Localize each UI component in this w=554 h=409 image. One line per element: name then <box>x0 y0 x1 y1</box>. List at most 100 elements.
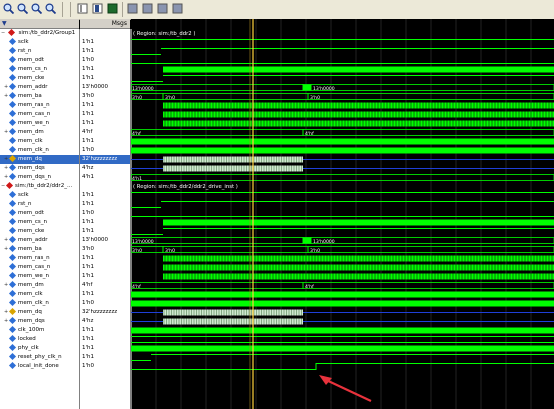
signal-value: 32'hzzzzzzzz <box>82 309 118 315</box>
bus-label: 4'hf <box>305 284 314 290</box>
signal-diamond-icon <box>8 262 17 271</box>
signal-value: 1'h1 <box>82 111 94 117</box>
collapse-icon[interactable]: − <box>0 29 7 38</box>
signal-diamond-icon <box>8 316 17 325</box>
bus-label: 3'h0 <box>310 248 320 254</box>
wave-bus <box>302 129 554 136</box>
signal-name: mem_dm <box>18 282 44 288</box>
wave-burst <box>163 111 554 118</box>
expand-icon[interactable]: + <box>0 245 10 254</box>
find-rising-edge-icon[interactable] <box>171 2 184 15</box>
expand-arrow-icon[interactable]: ▼ <box>0 20 7 27</box>
zoom-cursor-icon[interactable] <box>44 2 57 15</box>
signal-value: 13'h0000 <box>82 84 108 90</box>
msgs-header[interactable]: Msgs <box>80 19 130 29</box>
wave-bus <box>302 237 312 244</box>
insert-cursor-icon[interactable] <box>76 2 89 15</box>
signal-row[interactable]: + mem_dqs_n <box>0 172 79 182</box>
signal-name: mem_ba <box>18 246 42 252</box>
signal-diamond-icon <box>8 37 17 46</box>
signal-value: 4'hf <box>82 282 93 288</box>
expand-icon[interactable]: + <box>0 164 10 173</box>
wave-bus <box>302 282 554 289</box>
signal-name: mem_dqs <box>18 165 45 171</box>
wave-burst <box>163 273 554 280</box>
signal-values-pane: 1'h1 1'h1 1'h0 1'h1 1'h1 13'h0000 3'h0 1'h1 1'h1… <box>80 29 132 409</box>
signal-value: 1'h1 <box>82 219 94 225</box>
wave-bus <box>310 237 554 244</box>
signal-name: mem_ras_n <box>18 255 50 261</box>
wave-local-init-done <box>131 363 554 370</box>
signal-name: mem_cs_n <box>18 66 47 72</box>
signal-diamond-icon <box>8 253 17 262</box>
signal-name: mem_dq <box>18 156 42 162</box>
expand-icon[interactable]: + <box>0 173 10 182</box>
bus-label: 13'h0000 <box>313 239 335 245</box>
signal-diamond-icon <box>8 64 17 73</box>
signal-diamond-icon <box>8 172 17 181</box>
signal-name: mem_we_n <box>18 120 49 126</box>
signal-value: 1'h0 <box>82 57 94 63</box>
wave-burst <box>163 255 554 262</box>
find-next-edge-icon[interactable] <box>141 2 154 15</box>
zoom-full-icon[interactable] <box>30 2 43 15</box>
signal-value: 1'h1 <box>82 345 94 351</box>
wave-clock-block <box>131 327 554 334</box>
signal-name: mem_dq <box>18 309 42 315</box>
find-falling-edge-icon[interactable] <box>156 2 169 15</box>
signal-diamond-icon <box>8 91 17 100</box>
signal-row[interactable]: local_init_done <box>0 361 79 371</box>
expand-icon[interactable]: + <box>0 236 10 245</box>
region-label: ( Region: sim:/tb_ddr2 ) <box>133 31 195 37</box>
signal-name: locked <box>18 336 36 342</box>
signal-diamond-icon <box>8 118 17 127</box>
bus-label: 13'h0000 <box>132 239 154 245</box>
bus-label: 3'h0 <box>165 248 175 254</box>
signal-name: mem_clk <box>18 291 43 297</box>
zoom-out-icon[interactable] <box>16 2 29 15</box>
signal-value: 1'h1 <box>82 291 94 297</box>
expand-icon[interactable]: + <box>0 317 10 326</box>
lock-cursor-icon[interactable] <box>91 2 104 15</box>
signal-diamond-icon <box>8 226 17 235</box>
signal-diamond-icon <box>8 271 17 280</box>
delete-cursor-icon[interactable] <box>106 2 119 15</box>
signal-value: 1'h0 <box>82 300 94 306</box>
wave-clock-block <box>163 66 554 73</box>
signal-name: mem_odt <box>18 210 44 216</box>
wave-dq-burst <box>163 156 303 163</box>
expand-icon[interactable]: + <box>0 308 10 317</box>
expand-icon[interactable]: + <box>0 128 10 137</box>
expand-icon[interactable]: + <box>0 281 10 290</box>
bus-label: 3'h0 <box>132 95 142 101</box>
signal-diamond-icon <box>8 55 17 64</box>
zoom-in-icon[interactable] <box>2 2 15 15</box>
waveform-pane[interactable]: ( Region: sim:/tb_ddr2 ) ( Region: sim:/t… <box>131 19 554 409</box>
names-header[interactable]: ▼ <box>0 19 79 29</box>
signal-name: mem_clk <box>18 138 43 144</box>
expand-icon[interactable]: + <box>0 155 10 164</box>
signal-diamond-icon <box>8 190 17 199</box>
group-title: sim:/tb_ddr2/ddr2_... <box>15 183 73 189</box>
wave-dq-burst <box>163 309 303 316</box>
signal-name: reset_phy_clk_n <box>18 354 62 360</box>
expand-icon[interactable]: + <box>0 92 10 101</box>
signal-name: sclk <box>18 39 29 45</box>
wave-bus <box>162 93 309 100</box>
signal-value: 4'h1 <box>82 174 94 180</box>
signal-value: 1'h1 <box>82 120 94 126</box>
wave-bus <box>131 237 304 244</box>
find-previous-edge-icon[interactable] <box>126 2 139 15</box>
signal-name: phy_clk <box>18 345 39 351</box>
signal-name: mem_cke <box>18 75 45 81</box>
signal-value: 1'h1 <box>82 264 94 270</box>
region-label: ( Region: sim:/tb_ddr2/ddr2_drive_inst ) <box>133 184 238 190</box>
wave-dq-burst <box>163 165 303 172</box>
signal-value: 1'h1 <box>82 201 94 207</box>
signal-value: 1'h1 <box>82 102 94 108</box>
expand-icon[interactable]: + <box>0 83 10 92</box>
signal-value: 1'h1 <box>82 138 94 144</box>
collapse-icon[interactable]: − <box>0 182 7 191</box>
bus-label: 3'h0 <box>165 95 175 101</box>
signal-name: mem_cs_n <box>18 219 47 225</box>
